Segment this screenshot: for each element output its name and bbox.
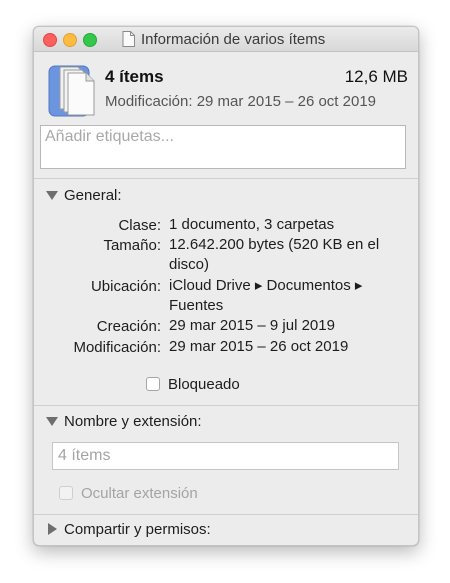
modification-range: Modificación: 29 mar 2015 – 26 oct 2019 [105, 93, 377, 110]
maximize-button[interactable] [83, 33, 97, 47]
sharing-section-header[interactable]: Compartir y permisos: [46, 521, 211, 538]
creation-label: Creación: [96, 318, 161, 335]
location-label: Ubicación: [90, 278, 161, 295]
locked-checkbox[interactable] [146, 377, 160, 391]
modification-value: 29 mar 2015 – 26 oct 2019 [169, 338, 349, 355]
class-value: 1 documento, 3 carpetas [169, 216, 335, 233]
info-window: Información de varios ítems 4 ítems 12,6… [33, 26, 419, 546]
close-button[interactable] [43, 33, 57, 47]
disclosure-triangle-down-icon [46, 416, 58, 426]
name-input[interactable]: 4 ítems [52, 442, 399, 470]
minimize-button[interactable] [63, 33, 77, 47]
disclosure-triangle-down-icon [46, 190, 58, 200]
divider [34, 405, 418, 406]
general-section-title: General: [64, 187, 122, 204]
document-icon [122, 31, 135, 47]
sharing-section-title: Compartir y permisos: [64, 521, 211, 538]
hide-extension-checkbox[interactable] [59, 486, 73, 500]
class-label: Clase: [118, 217, 161, 234]
item-count: 4 ítems [105, 67, 164, 86]
general-section-header[interactable]: General: [46, 187, 122, 204]
creation-value: 29 mar 2015 – 9 jul 2019 [169, 317, 335, 334]
multiple-documents-icon [48, 65, 95, 117]
modification-label: Modificación: [73, 339, 161, 356]
tags-input[interactable]: Añadir etiquetas... [40, 125, 406, 169]
locked-label: Bloqueado [168, 376, 240, 393]
title-bar[interactable]: Información de varios ítems [34, 27, 418, 52]
size-value: 12.642.200 bytes (520 KB en el disco) [169, 236, 380, 273]
hide-extension-label: Ocultar extensión [81, 485, 198, 502]
window-title: Información de varios ítems [141, 31, 326, 48]
disclosure-triangle-right-icon [48, 523, 57, 536]
divider [34, 178, 418, 179]
name-extension-section-title: Nombre y extensión: [64, 413, 202, 430]
size-label: Tamaño: [103, 237, 161, 254]
total-size: 12,6 MB [344, 67, 408, 86]
location-value: iCloud Drive ▸ Documentos ▸ Fuentes [169, 277, 363, 314]
name-extension-section-header[interactable]: Nombre y extensión: [46, 413, 202, 430]
divider [34, 514, 418, 515]
